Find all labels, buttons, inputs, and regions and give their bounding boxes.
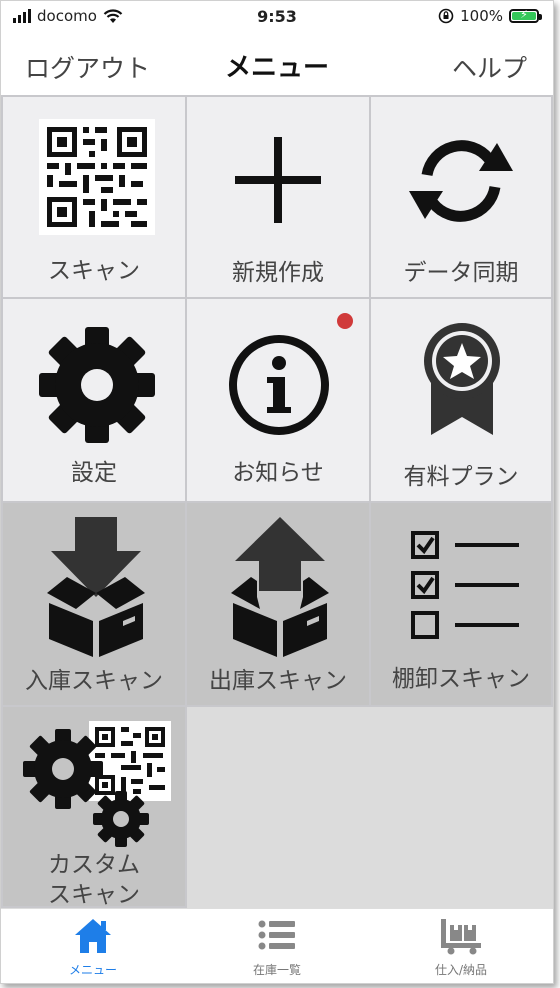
tab-purchase-delivery[interactable]: 仕入/納品 xyxy=(369,909,553,983)
gear-icon xyxy=(39,327,155,443)
qr-code-icon xyxy=(39,119,155,235)
tab-bar: メニュー 在庫一覧 仕入/納品 xyxy=(1,908,553,983)
sync-tile[interactable]: データ同期 xyxy=(369,95,553,299)
custom-scan-tile[interactable]: カスタム スキャン xyxy=(1,705,187,908)
menu-grid: スキャン 新規作成 データ同期 設定 お知らせ 有料プラン 入庫スキャン 出庫ス… xyxy=(1,95,553,908)
new-tile[interactable]: 新規作成 xyxy=(185,95,371,299)
sync-icon xyxy=(409,140,513,222)
scan-tile[interactable]: スキャン xyxy=(1,95,187,299)
sync-label: データ同期 xyxy=(403,260,519,286)
new-label: 新規作成 xyxy=(232,260,324,286)
status-bar: docomo 9:53 100% ⚡ xyxy=(1,1,553,37)
info-icon xyxy=(229,335,329,435)
settings-tile[interactable]: 設定 xyxy=(1,297,187,503)
news-tile[interactable]: お知らせ xyxy=(185,297,371,503)
settings-label: 設定 xyxy=(71,460,117,486)
tab-stock-list[interactable]: 在庫一覧 xyxy=(185,909,369,983)
plan-label: 有料プラン xyxy=(403,464,519,490)
tab-menu[interactable]: メニュー xyxy=(1,909,185,983)
checklist-icon xyxy=(411,531,519,639)
plus-icon xyxy=(235,137,321,223)
gears-qr-icon xyxy=(23,721,171,847)
cart-boxes-icon xyxy=(441,919,481,955)
box-arrow-in-icon xyxy=(47,517,145,657)
home-icon xyxy=(75,919,111,953)
status-right: 100% ⚡ xyxy=(438,7,542,25)
custom-scan-label-line1: カスタム xyxy=(48,852,140,878)
navigation-bar: ログアウト メニュー ヘルプ xyxy=(1,41,553,93)
news-label: お知らせ xyxy=(232,460,324,486)
outbound-scan-label: 出庫スキャン xyxy=(209,668,347,694)
empty-grid-area xyxy=(187,707,553,908)
help-button[interactable]: ヘルプ xyxy=(452,49,527,85)
scan-label: スキャン xyxy=(48,258,140,284)
outbound-scan-tile[interactable]: 出庫スキャン xyxy=(185,501,371,707)
inventory-scan-tile[interactable]: 棚卸スキャン xyxy=(369,501,553,707)
plan-tile[interactable]: 有料プラン xyxy=(369,297,553,503)
tab-purchase-delivery-label: 仕入/納品 xyxy=(434,963,488,977)
inbound-scan-tile[interactable]: 入庫スキャン xyxy=(1,501,187,707)
tab-menu-label: メニュー xyxy=(68,963,117,977)
tab-stock-list-label: 在庫一覧 xyxy=(252,963,301,977)
box-arrow-out-icon xyxy=(231,517,329,657)
charging-bolt-icon: ⚡ xyxy=(520,8,528,21)
battery-icon: ⚡ xyxy=(509,8,542,23)
inventory-scan-label: 棚卸スキャン xyxy=(392,666,530,692)
custom-scan-label-line2: スキャン xyxy=(48,882,140,908)
inbound-scan-label: 入庫スキャン xyxy=(25,668,163,694)
award-ribbon-icon xyxy=(424,323,500,435)
app-screen: docomo 9:53 100% ⚡ ログアウト メニュー ヘルプ スキャン 新… xyxy=(0,0,554,984)
orientation-lock-icon xyxy=(438,8,454,24)
battery-percent: 100% xyxy=(460,7,503,25)
notification-badge xyxy=(337,313,353,329)
list-icon xyxy=(258,920,295,950)
